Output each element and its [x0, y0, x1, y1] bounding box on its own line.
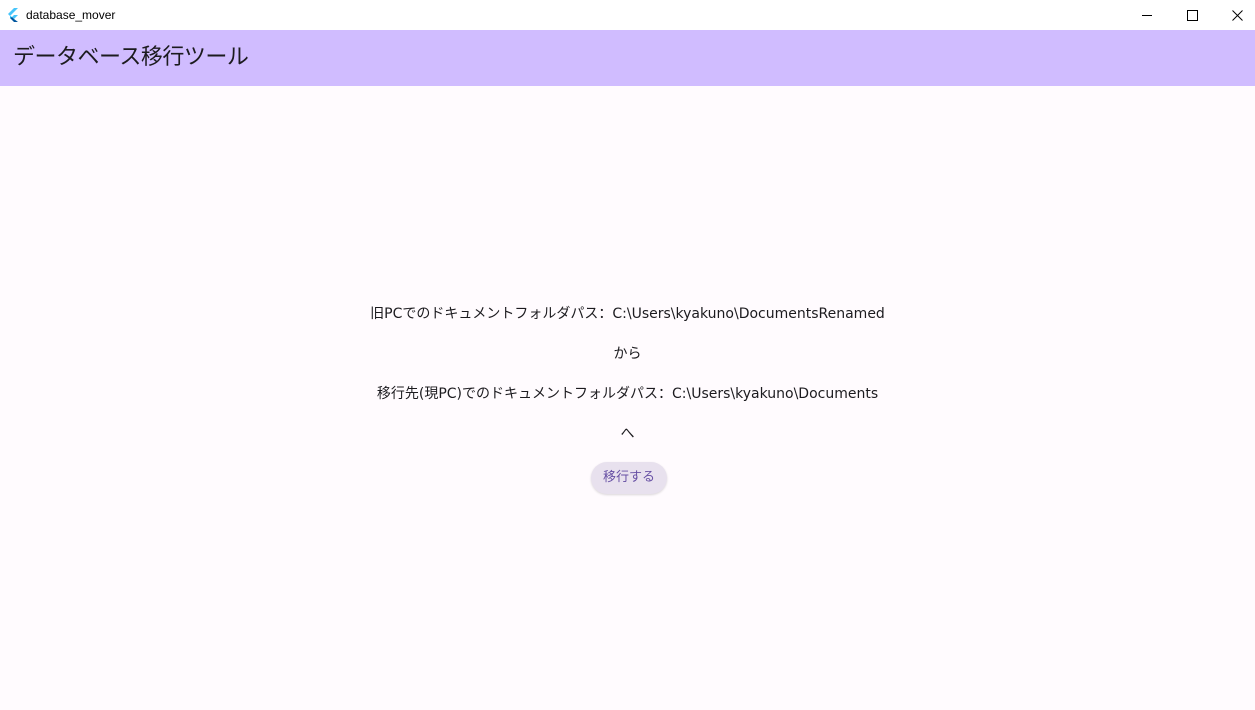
from-label: から	[613, 346, 642, 362]
migrate-button[interactable]: 移行する	[591, 462, 667, 494]
minimize-button[interactable]	[1124, 0, 1170, 30]
window-titlebar: database_mover	[0, 0, 1255, 30]
close-button[interactable]	[1214, 0, 1255, 30]
flutter-icon	[5, 7, 21, 23]
app-bar: データベース移行ツール	[0, 30, 1255, 86]
to-label: へ	[620, 426, 635, 442]
minimize-icon	[1141, 6, 1153, 25]
main-content: 旧PCでのドキュメントフォルダパス：C:\Users\kyakuno\Docum…	[0, 86, 1255, 710]
window-title: database_mover	[26, 8, 116, 22]
new-path-text: 移行先(現PC)でのドキュメントフォルダパス：C:\Users\kyakuno\…	[376, 386, 879, 402]
maximize-button[interactable]	[1169, 0, 1215, 30]
maximize-icon	[1186, 6, 1198, 25]
old-path-text: 旧PCでのドキュメントフォルダパス：C:\Users\kyakuno\Docum…	[370, 306, 885, 322]
page-title: データベース移行ツール	[13, 45, 249, 70]
close-icon	[1231, 6, 1243, 25]
